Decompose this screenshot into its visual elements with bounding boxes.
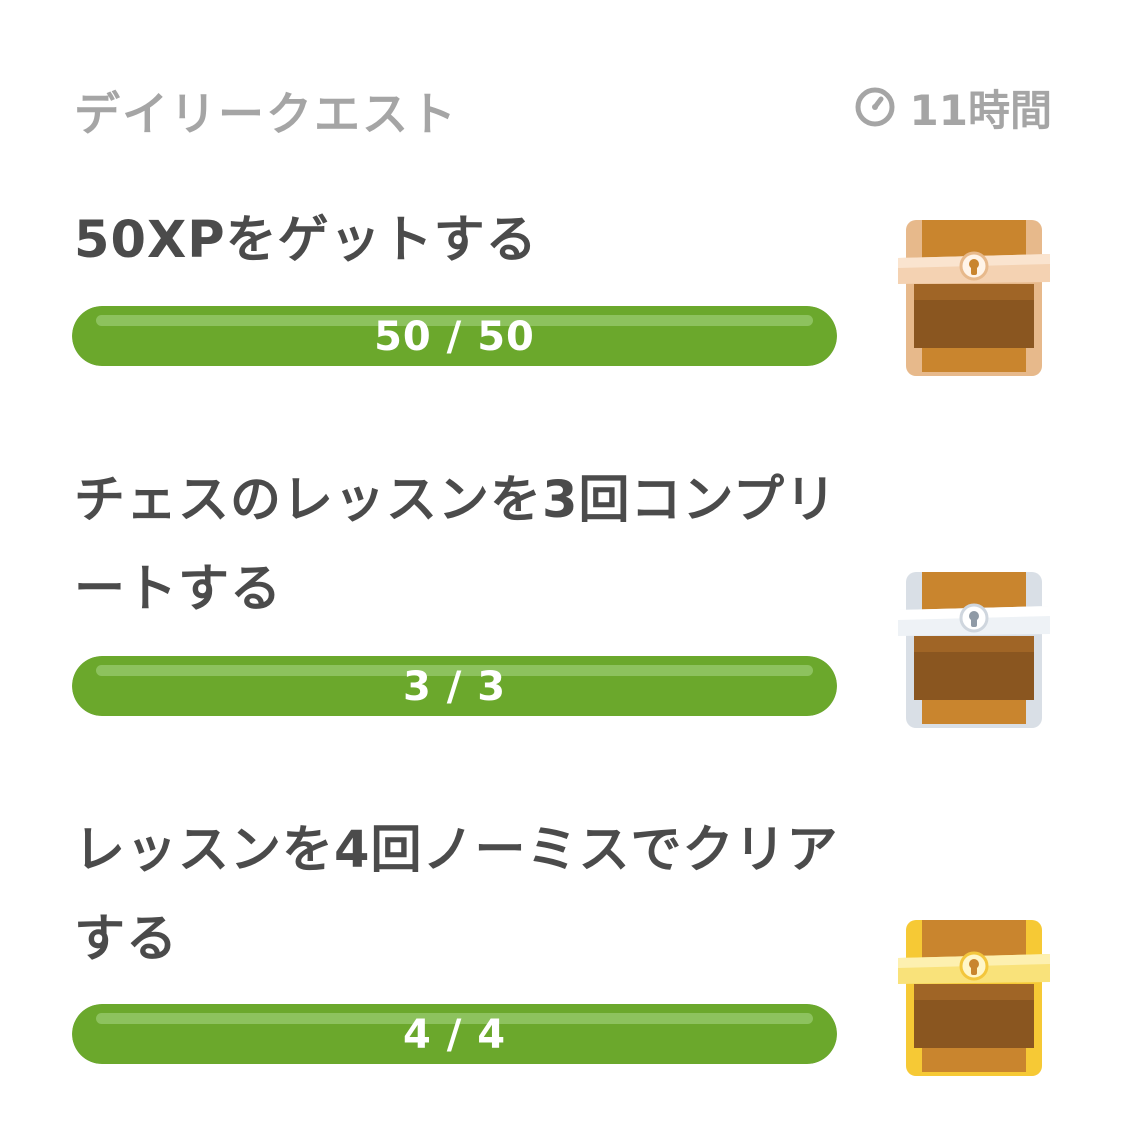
progress-bar: 3 / 3 <box>72 656 837 716</box>
chest-graphic <box>898 220 1050 376</box>
daily-quests-header: デイリークエスト 11時間 <box>74 72 1052 142</box>
progress-label: 50 / 50 <box>374 314 535 360</box>
quest-title: 50XPをゲットする <box>74 211 538 270</box>
progress-label: 3 / 3 <box>402 664 507 710</box>
chest-graphic <box>898 920 1050 1076</box>
timer-label: 11時間 <box>909 85 1052 135</box>
timer-icon <box>855 87 895 127</box>
section-title: デイリークエスト <box>74 87 458 141</box>
progress-bar: 50 / 50 <box>72 306 837 366</box>
quest-title: チェスのレッスンを3回コンプリートする <box>74 471 837 619</box>
progress-bar: 4 / 4 <box>72 1004 837 1064</box>
quest-timer: 11時間 <box>854 82 1052 135</box>
chest-graphic <box>898 572 1050 728</box>
quest-title: レッスンを4回ノーミスでクリアする <box>74 821 839 969</box>
bronze-chest-icon[interactable] <box>896 218 1052 378</box>
silver-chest-icon[interactable] <box>896 570 1052 730</box>
progress-label: 4 / 4 <box>402 1012 507 1058</box>
gold-chest-icon[interactable] <box>896 918 1052 1078</box>
